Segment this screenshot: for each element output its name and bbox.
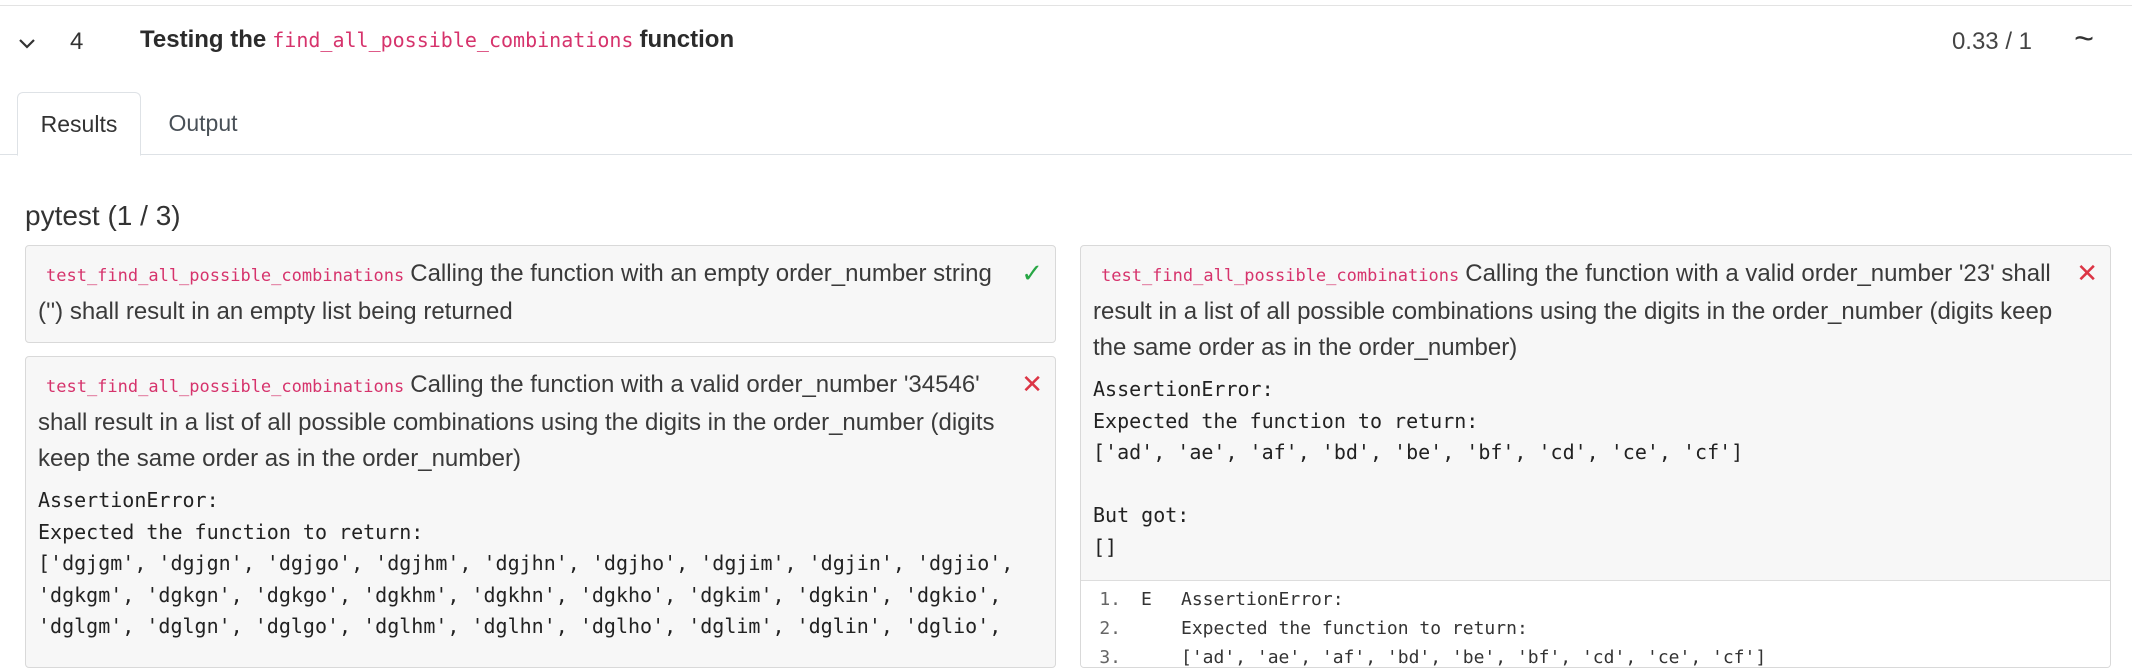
- line-text: AssertionError:: [1181, 589, 1344, 610]
- assertion-error-text: AssertionError: Expected the function to…: [38, 488, 1014, 638]
- chevron-down-icon[interactable]: [16, 33, 38, 55]
- test-group-title: Testing the find_all_possible_combination…: [140, 26, 735, 53]
- traceback-line: 1. E AssertionError:: [1081, 585, 2110, 614]
- tab-results[interactable]: Results: [17, 92, 141, 156]
- test-group-number: 4: [70, 28, 84, 55]
- function-name-code: find_all_possible_combinations: [272, 28, 634, 52]
- cross-icon: ✕: [1021, 369, 1043, 399]
- test-card-head: test_find_all_possible_combinations Calli…: [26, 246, 1055, 330]
- test-name-code: test_find_all_possible_combinations: [46, 266, 405, 286]
- test-name-code: test_find_all_possible_combinations: [46, 377, 405, 397]
- test-group-header[interactable]: 4 Testing the find_all_possible_combinati…: [0, 6, 2132, 74]
- results-tabs: Results Output: [0, 92, 2132, 156]
- pytest-suite-title: pytest (1 / 3): [25, 200, 181, 231]
- line-marker: E: [1141, 589, 1152, 610]
- test-card-fail-34546: test_find_all_possible_combinations Calli…: [25, 356, 1056, 668]
- check-icon: ✓: [1021, 258, 1043, 288]
- tilde-icon: ~: [2074, 20, 2094, 58]
- score-text: 0.33 / 1: [1951, 28, 2032, 55]
- tab-output[interactable]: Output: [148, 92, 258, 154]
- test-card-head: test_find_all_possible_combinations Calli…: [1081, 246, 2110, 366]
- assertion-error-text: AssertionError: Expected the function to…: [1093, 377, 1744, 559]
- test-card-pass: test_find_all_possible_combinations Calli…: [25, 245, 1056, 343]
- traceback-code-block: 1. E AssertionError: 2. Expected the functi…: [1081, 580, 2110, 667]
- test-name-code: test_find_all_possible_combinations: [1101, 266, 1460, 286]
- test-card-head: test_find_all_possible_combinations Calli…: [26, 357, 1055, 477]
- line-text: Expected the function to return:: [1181, 618, 1528, 639]
- test-card-fail-23: test_find_all_possible_combinations Calli…: [1080, 245, 2111, 668]
- cross-icon: ✕: [2076, 258, 2098, 288]
- line-marker: [1121, 614, 1181, 643]
- line-number: 1.: [1099, 589, 1121, 610]
- traceback-line: 2. Expected the function to return:: [1081, 614, 2110, 643]
- line-number: 2.: [1099, 618, 1121, 639]
